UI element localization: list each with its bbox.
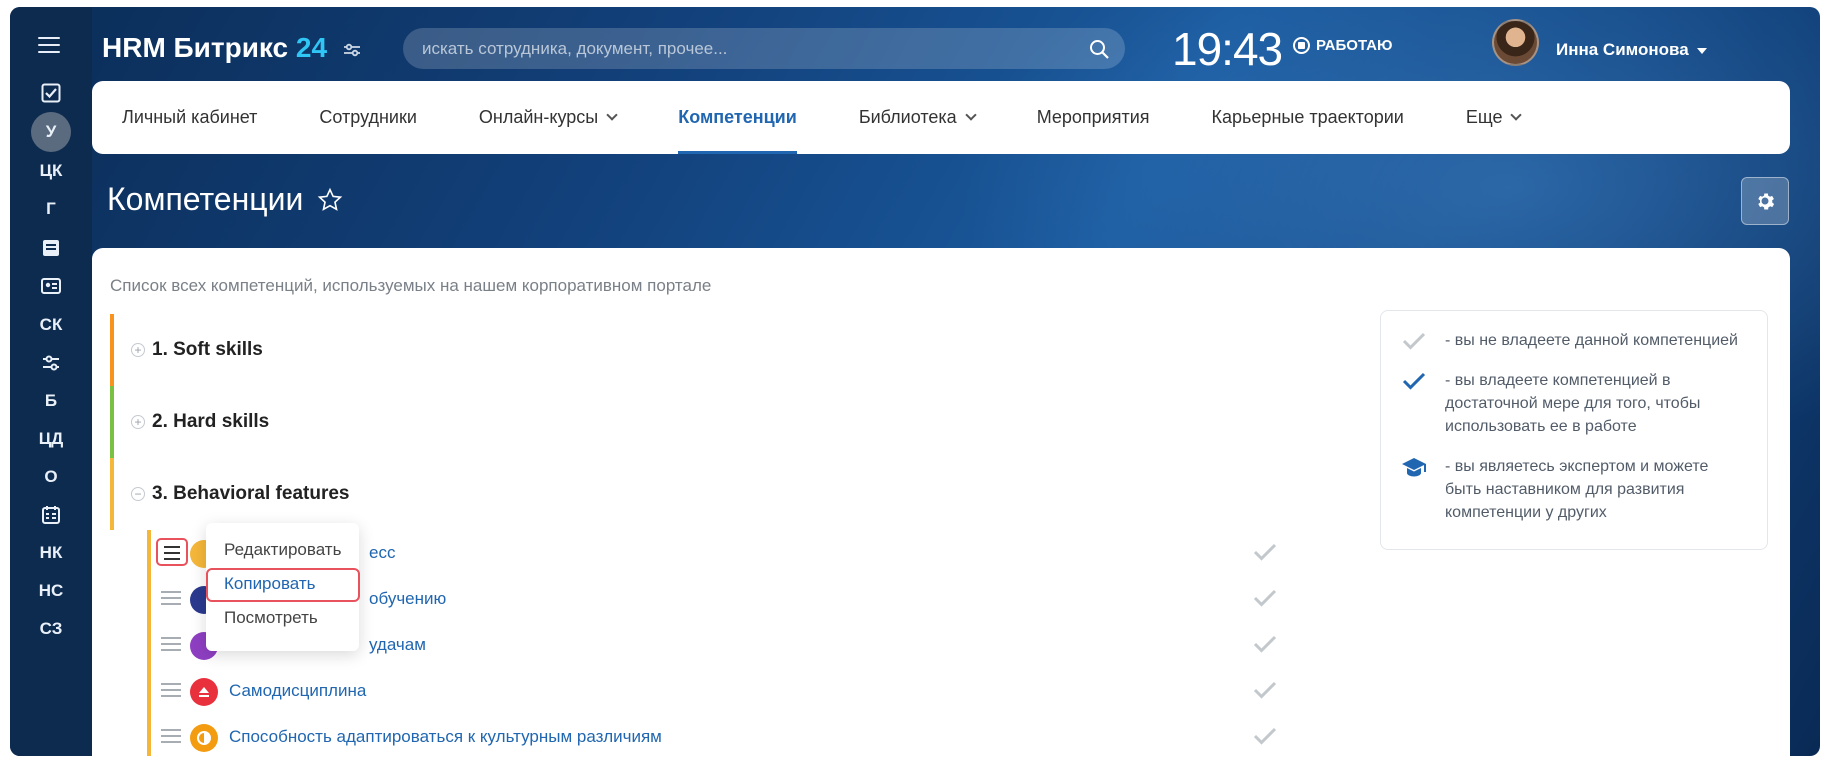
legend-item-own: - вы владеете компетенцией в достаточной… [1401,369,1747,438]
graduation-cap-icon [1402,458,1426,477]
check-icon [1253,727,1277,745]
page-title: Компетенции [107,181,343,218]
user-avatar[interactable] [1492,19,1539,66]
chevron-down-icon [1510,109,1523,121]
rail-item-ck[interactable]: ЦК [10,153,92,189]
nav-item-events[interactable]: Мероприятия [1037,81,1150,154]
nav-item-employees[interactable]: Сотрудники [319,81,417,154]
rail-item-sk[interactable]: СК [10,307,92,343]
collapse-icon[interactable]: − [131,487,145,501]
group-behavioral[interactable]: − 3. Behavioral features [110,458,1310,530]
rail-item-u[interactable]: У [10,112,92,152]
expand-icon[interactable]: + [131,343,145,357]
clock: 19:43 [1172,23,1283,75]
drag-handle-icon[interactable] [161,637,181,653]
drag-handle-icon[interactable] [161,729,181,745]
expand-icon[interactable]: + [131,415,145,429]
gear-icon [1758,193,1775,210]
user-menu[interactable]: Инна Симонова [1556,40,1707,60]
nav-item-competencies[interactable]: Компетенции [678,81,797,154]
page-description: Список всех компетенций, используемых на… [110,276,712,295]
menu-item-view[interactable]: Посмотреть [206,601,359,635]
list-item[interactable]: Самодисциплина [147,668,1277,714]
search-input[interactable] [422,38,1042,59]
content-card: Список всех компетенций, используемых на… [92,248,1790,756]
nav-item-cabinet[interactable]: Личный кабинет [122,81,257,154]
group-hard-skills[interactable]: + 2. Hard skills [110,386,1310,458]
chevron-down-icon [606,109,618,121]
eject-icon [190,678,218,706]
app-logo[interactable]: HRM Битрикс 24 [102,32,327,64]
check-icon [1253,635,1277,653]
search-box[interactable] [403,28,1125,69]
check-gray-icon [1402,332,1426,350]
menu-icon[interactable] [38,37,60,55]
search-icon[interactable] [1089,39,1109,59]
rail-item-g[interactable]: Г [10,191,92,227]
left-rail: У ЦК Г СК Б ЦД О НК НС СЗ [10,7,92,756]
work-status-button[interactable]: РАБОТАЮ [1293,37,1393,54]
rail-news-icon[interactable] [10,230,92,266]
rail-item-sz[interactable]: СЗ [10,611,92,647]
rail-tasks-icon[interactable] [10,75,92,111]
nav-item-library[interactable]: Библиотека [859,81,977,154]
list-item[interactable]: Способность адаптироваться к культурным … [147,714,1277,756]
settings-button[interactable] [1741,177,1789,225]
rail-item-ns[interactable]: НС [10,573,92,609]
check-icon [1253,589,1277,607]
check-blue-icon [1402,372,1426,390]
group-soft-skills[interactable]: + 1. Soft skills [110,314,1310,386]
nav-item-career[interactable]: Карьерные траектории [1212,81,1404,154]
menu-item-copy[interactable]: Копировать [206,567,360,602]
context-menu: Редактировать Копировать Посмотреть [206,523,360,651]
rail-filter-icon[interactable] [10,345,92,381]
rail-item-o[interactable]: О [10,459,92,495]
menu-item-edit[interactable]: Редактировать [206,533,359,567]
drag-handle-icon[interactable] [161,591,181,607]
drag-handle-icon[interactable] [156,538,188,566]
check-icon [1253,681,1277,699]
stop-icon [1293,37,1310,54]
chevron-down-icon [965,109,977,121]
legend-panel: - вы не владеете данной компетенцией - в… [1380,310,1768,550]
rail-contact-icon[interactable] [10,268,92,304]
legend-item-none: - вы не владеете данной компетенцией [1401,329,1747,352]
top-nav: Личный кабинет Сотрудники Онлайн-курсы К… [92,81,1790,154]
drag-handle-icon[interactable] [161,683,181,699]
rail-item-nk[interactable]: НК [10,535,92,571]
legend-item-expert: - вы являетесь экспертом и можете быть н… [1401,455,1747,524]
rail-item-cd[interactable]: ЦД [10,421,92,457]
app-window: У ЦК Г СК Б ЦД О НК НС СЗ HRM Битрикс 24… [10,7,1820,756]
logo-settings-icon[interactable] [343,41,361,59]
contrast-icon [190,724,218,752]
rail-item-b[interactable]: Б [10,383,92,419]
nav-item-more[interactable]: Еще [1466,81,1523,154]
star-icon[interactable] [317,187,343,213]
nav-item-courses[interactable]: Онлайн-курсы [479,81,618,154]
check-icon [1253,543,1277,561]
caret-down-icon [1696,47,1707,54]
rail-calendar-icon[interactable] [10,497,92,533]
